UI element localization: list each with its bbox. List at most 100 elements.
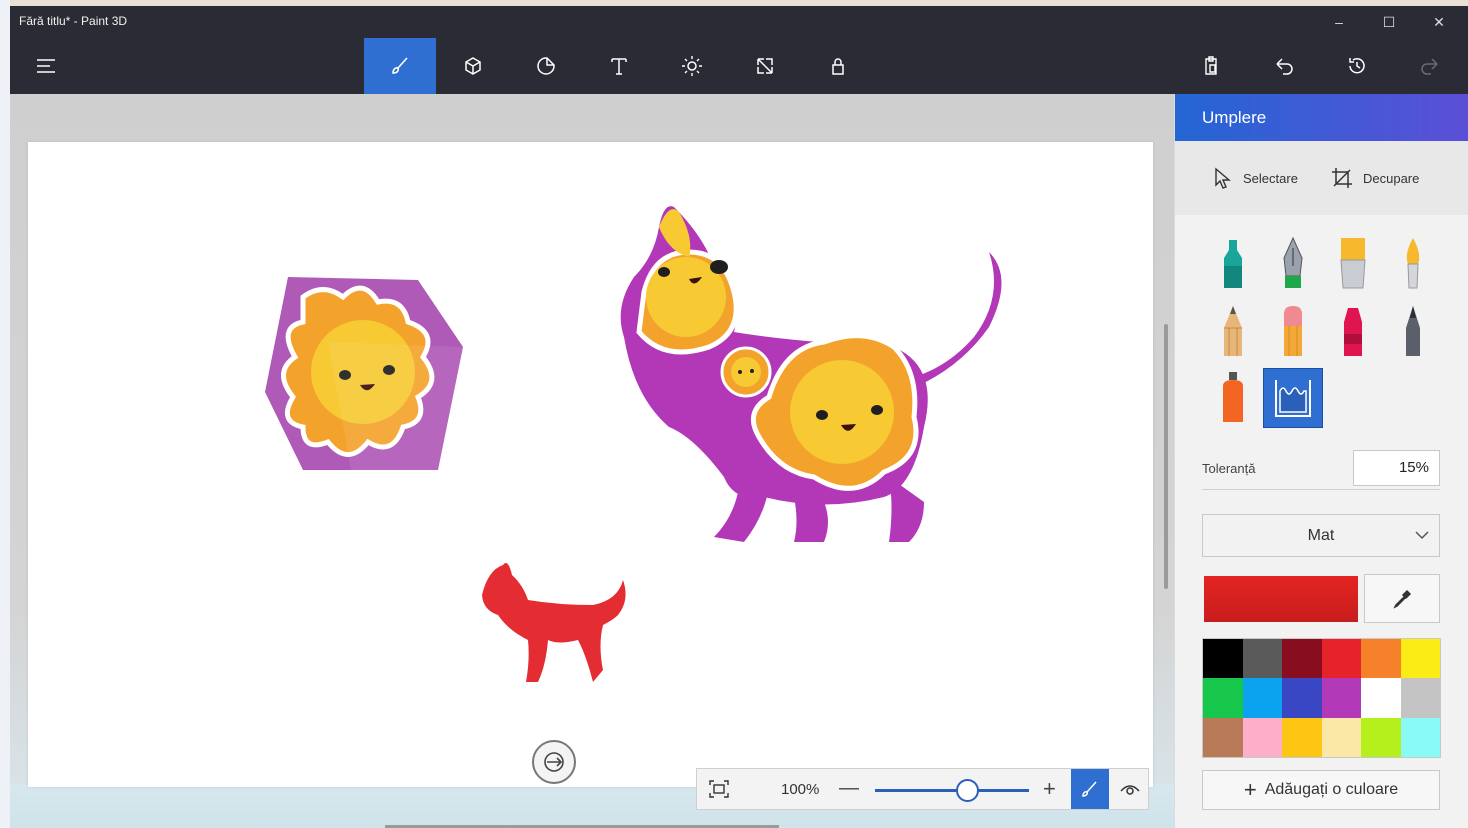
pen-icon [1082,781,1097,797]
desktop-edge [0,0,10,828]
finish-dropdown[interactable]: Mat [1202,514,1440,557]
palette-swatch[interactable] [1282,717,1322,757]
palette-swatch[interactable] [1400,717,1440,757]
palette-swatch[interactable] [1242,717,1282,757]
eraser-icon [1284,306,1302,356]
view-mode-button[interactable] [1111,769,1149,809]
select-button[interactable]: Selectare [1213,167,1298,189]
eyedropper-icon [1393,589,1412,609]
palette-swatch[interactable] [1361,639,1401,679]
brush-marker[interactable] [1203,234,1263,294]
color-palette [1202,638,1441,758]
maximize-button[interactable]: ☐ [1364,6,1414,38]
brush-oil[interactable] [1323,234,1383,294]
minimize-button[interactable]: – [1314,6,1364,38]
palette-swatch[interactable] [1400,678,1440,718]
main-toolbar [10,38,1468,94]
brush-pixel-pen[interactable] [1383,302,1443,362]
undo-button[interactable] [1248,38,1320,94]
current-color-swatch[interactable] [1204,576,1358,622]
palette-swatch[interactable] [1203,678,1243,718]
palette-swatch[interactable] [1321,678,1361,718]
paint3d-window: Fără titlu* - Paint 3D – ☐ ✕ 100% — + Um… [10,6,1468,828]
redo-button[interactable] [1394,38,1466,94]
palette-swatch[interactable] [1321,717,1361,757]
zoom-out-button[interactable]: — [839,777,859,800]
undo-icon [1276,58,1293,75]
palette-swatch[interactable] [1203,717,1243,757]
zoom-in-button[interactable]: + [1043,776,1056,802]
eyedropper-button[interactable] [1364,574,1440,623]
3d-red-cat-object[interactable] [478,560,630,690]
palette-swatch[interactable] [1282,639,1322,679]
crop-icon [1332,168,1352,188]
tab-3d-shapes[interactable] [437,38,509,94]
zoom-slider-thumb[interactable] [955,779,979,802]
paste-button[interactable] [1175,38,1247,94]
zoom-slider-track[interactable] [875,789,1029,792]
tab-canvas[interactable] [729,38,801,94]
palette-swatch[interactable] [1400,639,1440,679]
palette-swatch[interactable] [1361,717,1401,757]
tab-text[interactable] [583,38,655,94]
calligraphy-pen-icon [1283,236,1303,288]
palette-swatch[interactable] [1361,678,1401,718]
brush-watercolor[interactable] [1383,234,1443,294]
palette-swatch[interactable] [1321,639,1361,679]
sticker-icon [537,57,555,75]
palette-swatch[interactable] [1282,678,1322,718]
3d-cat-sticker-object[interactable] [594,197,1014,547]
add-color-label: Adăugați o culoare [1264,781,1399,798]
draw-mode-button[interactable] [1071,769,1109,809]
tolerance-label: Toleranță [1202,461,1256,476]
tab-brushes[interactable] [364,38,436,94]
panel-header: Umplere [1175,94,1468,141]
brush-pencil[interactable] [1203,302,1263,362]
select-label: Selectare [1243,170,1298,186]
history-icon [1349,58,1365,74]
watercolor-icon [1406,238,1420,289]
eye-icon [1120,785,1140,795]
brush-eraser[interactable] [1263,302,1323,362]
fit-screen-icon [709,780,729,798]
brush-icon [392,57,408,74]
tolerance-divider [1202,489,1440,490]
brush-crayon[interactable] [1323,302,1383,362]
menu-button[interactable] [10,38,82,94]
plus-icon: + [1243,777,1257,802]
brush-fill[interactable] [1263,368,1323,428]
chevron-down-icon [1415,527,1429,543]
fill-bucket-icon [1275,380,1311,417]
zoom-level: 100% [781,781,820,798]
tab-effects[interactable] [656,38,728,94]
side-panel: Umplere Selectare Decupare Toleranță 15%… [1174,94,1468,828]
hamburger-menu-icon [37,59,55,73]
fit-to-screen-button[interactable] [697,769,741,809]
palette-swatch[interactable] [1242,639,1282,679]
sun-icon [682,56,702,76]
add-color-button[interactable]: + Adăugați o culoare [1202,770,1440,810]
paste-icon [1205,56,1217,75]
tolerance-input[interactable]: 15% [1353,450,1440,486]
title-bar: Fără titlu* - Paint 3D – ☐ ✕ [10,6,1468,38]
oil-brush-icon [1340,238,1366,289]
3d-cube-object[interactable] [263,272,468,472]
crop-button[interactable]: Decupare [1331,167,1419,189]
palette-swatch[interactable] [1203,639,1243,679]
workspace[interactable]: 100% — + [10,94,1174,828]
drawing-canvas[interactable] [28,142,1153,787]
marker-icon [1224,240,1242,288]
palette-swatch[interactable] [1242,678,1282,718]
spray-can-icon [1223,372,1243,422]
tab-3d-library[interactable] [802,38,874,94]
brush-spray-can[interactable] [1203,368,1263,428]
rotate-handle[interactable] [532,740,576,784]
history-button[interactable] [1321,38,1393,94]
finish-value: Mat [1307,526,1335,544]
tab-stickers[interactable] [510,38,582,94]
vertical-scrollbar[interactable] [1164,324,1168,589]
brush-calligraphy-pen[interactable] [1263,234,1323,294]
pencil-icon [1224,306,1242,356]
crop-label: Decupare [1363,170,1420,186]
close-button[interactable]: ✕ [1414,6,1464,38]
